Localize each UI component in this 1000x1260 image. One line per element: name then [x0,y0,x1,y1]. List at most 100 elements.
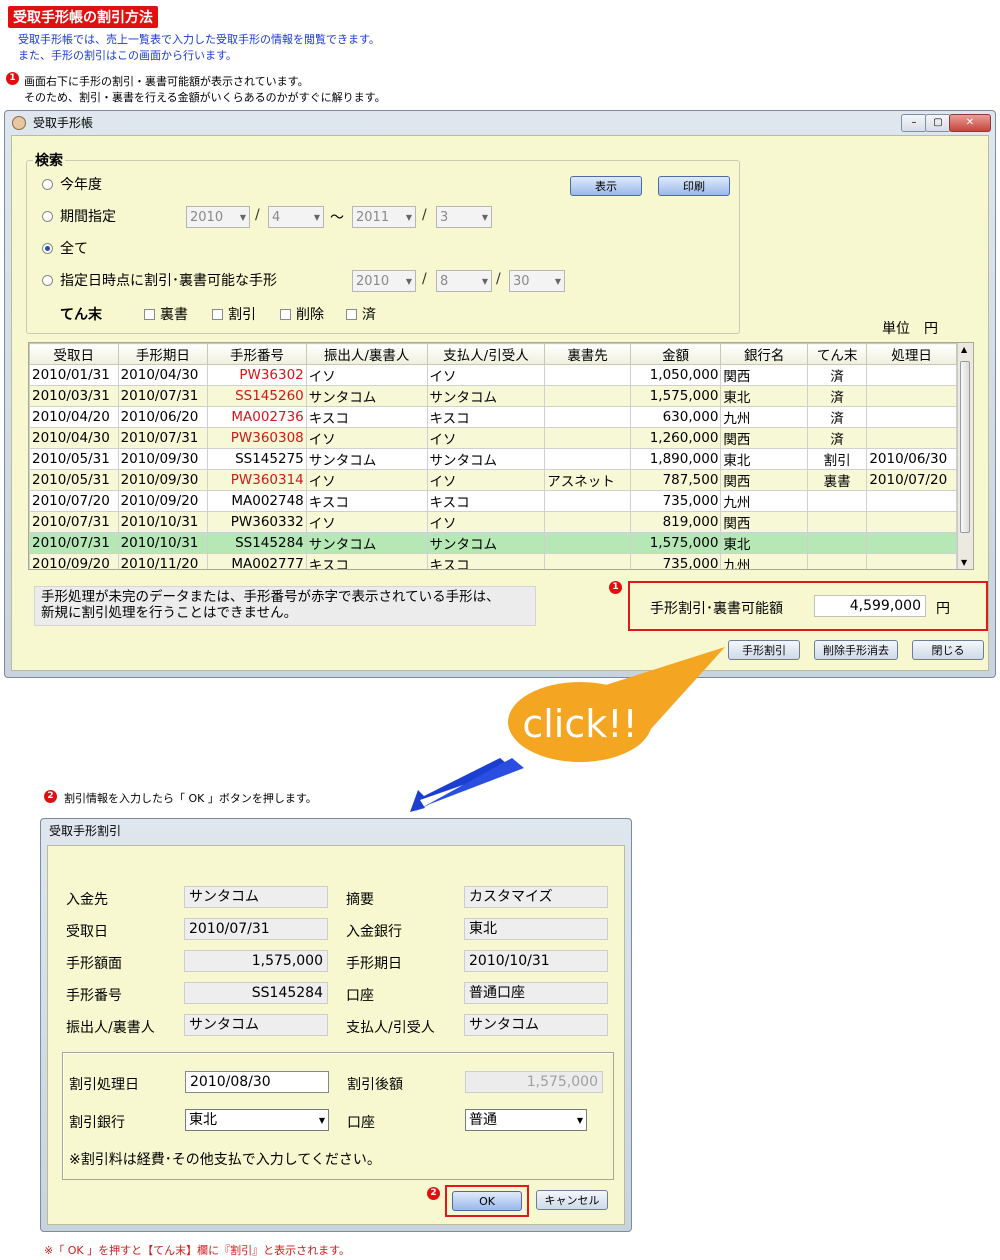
table-cell: PW36302 [207,364,307,386]
maximize-icon[interactable]: ▢ [925,114,951,132]
period-from-year-select[interactable]: 2010 ▼ [186,206,250,228]
table-cell: MA002736 [207,406,307,428]
delete-past-button[interactable]: 削除手形消去 [814,640,898,660]
table-cell [866,553,957,569]
table-cell: 735,000 [629,553,722,569]
table-row[interactable]: 2010/07/31 2010/10/31 SS145284 サンタコム サンタコム 1,… [29,532,957,554]
discount-account-select[interactable]: 普通 ▼ [465,1109,587,1131]
info-line-2: 新規に割引処理を行うことはできません。 [41,605,298,621]
chevron-down-icon: ▼ [405,277,412,286]
table-cell: 関西 [720,469,808,491]
chk-zumi[interactable] [346,309,357,320]
table-cell: 1,050,000 [629,364,722,386]
date-month-select[interactable]: 8 ▼ [436,270,492,292]
kijitsu-label: 手形期日 [346,956,402,972]
radio-all[interactable] [42,243,53,254]
table-cell [866,511,957,533]
column-header[interactable]: 支払人/引受人 [426,343,546,365]
koza-field: 普通口座 [464,982,608,1004]
table-scrollbar[interactable]: ▲ ▼ [957,343,973,569]
table-cell: 済 [806,406,868,428]
chk-uragaki[interactable] [144,309,155,320]
discount-date-input[interactable]: 2010/08/30 [185,1071,329,1093]
cancel-button[interactable]: キャンセル [536,1190,608,1210]
discount-bank-label: 割引銀行 [69,1115,125,1131]
table-cell: 東北 [720,448,808,470]
period-to-year-select[interactable]: 2011 ▼ [352,206,416,228]
ok-button[interactable]: OK [452,1191,522,1211]
minimize-icon[interactable]: – [901,114,927,132]
column-header[interactable]: 処理日 [866,343,957,365]
table-cell: 2010/06/20 [117,406,209,428]
column-header[interactable]: 受取日 [29,343,119,365]
radio-this-year[interactable] [42,179,53,190]
column-header[interactable]: 手形番号 [207,343,307,365]
table-cell: サンタコム [426,532,546,554]
table-row[interactable]: 2010/04/20 2010/06/20 MA002736 キスコ キスコ 630,00… [29,406,957,428]
table-cell [806,553,868,569]
table-cell: 2010/09/20 [117,490,209,512]
table-cell: PW360308 [207,427,307,449]
table-cell: イソ [305,364,428,386]
table-cell: 2010/03/31 [29,385,119,407]
column-header[interactable]: 手形期日 [117,343,209,365]
chevron-down-icon: ▼ [481,213,488,222]
chevron-up-icon[interactable]: ▲ [961,345,967,354]
date-day-select[interactable]: 30 ▼ [509,270,565,292]
table-cell [866,490,957,512]
chk-sakujo[interactable] [280,309,291,320]
table-cell: イソ [426,427,546,449]
step-1-badge: 1 [609,581,622,594]
close-icon[interactable]: ✕ [949,114,991,132]
info-note: 手形処理が未完のデータまたは、手形番号が赤字で表示されている手形は、 新規に割引… [34,586,536,626]
table-cell [544,448,631,470]
table-cell: 819,000 [629,511,722,533]
bango-label: 手形番号 [66,988,122,1004]
column-header[interactable]: てん末 [806,343,868,365]
column-header[interactable]: 銀行名 [720,343,808,365]
table-row[interactable]: 2010/01/31 2010/04/30 PW36302 イソ イソ 1,050,000… [29,364,957,386]
close-button[interactable]: 閉じる [912,640,984,660]
table-cell: イソ [426,364,546,386]
period-from-month-select[interactable]: 4 ▼ [268,206,324,228]
discount-button[interactable]: 手形割引 [728,640,800,660]
date-year-select[interactable]: 2010 ▼ [352,270,416,292]
table-cell: キスコ [305,406,428,428]
table-row[interactable]: 2010/05/31 2010/09/30 PW360314 イソ イソ アスネット 787… [29,469,957,491]
note-1-line-1: 画面右下に手形の割引・裏書可能額が表示されています。 [24,75,309,88]
table-cell: MA002748 [207,490,307,512]
table-row[interactable]: 2010/05/31 2010/09/30 SS145275 サンタコム サンタコム 1,… [29,448,957,470]
chk-zumi-label: 済 [362,307,376,323]
column-header[interactable]: 振出人/裏書人 [305,343,428,365]
table-row[interactable]: 2010/09/20 2010/11/20 MA002777 キスコ キスコ 735,00… [29,553,957,569]
dialog-titlebar: 受取手形割引 [41,819,631,843]
table-cell: 2010/07/20 [29,490,119,512]
discount-bank-select[interactable]: 東北 ▼ [185,1109,329,1131]
table-row[interactable]: 2010/04/30 2010/07/31 PW360308 イソ イソ 1,260,00… [29,427,957,449]
radio-period[interactable] [42,211,53,222]
print-button[interactable]: 印刷 [658,176,730,196]
show-button[interactable]: 表示 [570,176,642,196]
table-row[interactable]: 2010/03/31 2010/07/31 SS145260 サンタコム サンタコム 1,… [29,385,957,407]
table-cell: 関西 [720,364,808,386]
chevron-down-icon[interactable]: ▼ [961,558,967,567]
table-cell: 2010/09/20 [29,553,119,569]
chk-waribiki[interactable] [212,309,223,320]
column-header[interactable]: 金額 [629,343,722,365]
table-cell: 1,575,000 [629,532,722,554]
table-cell [544,406,631,428]
table-cell: 済 [806,427,868,449]
radio-date[interactable] [42,275,53,286]
gakumen-label: 手形額面 [66,956,122,972]
table-cell: 2010/11/20 [117,553,209,569]
table-cell: 2010/09/30 [117,469,209,491]
discount-after-field: 1,575,000 [465,1071,603,1093]
scrollbar-thumb[interactable] [960,361,970,533]
table-cell: 東北 [720,385,808,407]
table-cell: 1,575,000 [629,385,722,407]
table-row[interactable]: 2010/07/31 2010/10/31 PW360332 イソ イソ 819,000 関… [29,511,957,533]
table-cell: 2010/06/30 [866,448,957,470]
table-row[interactable]: 2010/07/20 2010/09/20 MA002748 キスコ キスコ 735,00… [29,490,957,512]
column-header[interactable]: 裏書先 [544,343,631,365]
period-to-month-select[interactable]: 3 ▼ [436,206,492,228]
